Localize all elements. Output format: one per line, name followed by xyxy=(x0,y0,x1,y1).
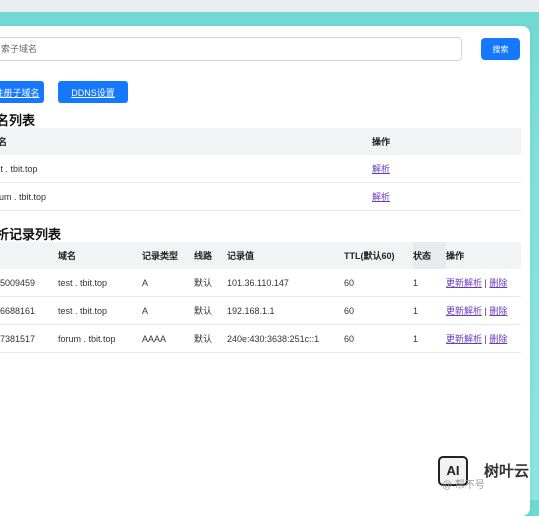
search-input[interactable] xyxy=(0,37,462,61)
record-list-title: 析记录列表 xyxy=(0,227,62,242)
column-header-status: 状态 xyxy=(413,242,446,269)
record-id: 977381517 xyxy=(0,324,58,353)
update-resolve-link[interactable]: 更新解析 xyxy=(446,334,482,344)
record-id: 975009459 xyxy=(0,269,58,297)
record-value: 240e:430:3638:251c::1 xyxy=(227,324,344,353)
record-value: 192.168.1.1 xyxy=(227,296,344,325)
action-separator: | xyxy=(484,278,487,288)
search-button[interactable]: 搜索 xyxy=(481,38,520,60)
domain-list-title: 名列表 xyxy=(0,113,36,128)
update-resolve-link[interactable]: 更新解析 xyxy=(446,278,482,288)
delete-link[interactable]: 删除 xyxy=(489,278,507,288)
resolve-link[interactable]: 解析 xyxy=(372,192,390,202)
record-domain: test . tbit.top xyxy=(58,296,142,325)
column-header-type: 记录类型 xyxy=(142,242,194,269)
table-row: rum . tbit.top 解析 xyxy=(0,182,521,211)
record-ttl: 60 xyxy=(344,324,413,353)
record-status: 1 xyxy=(413,324,446,353)
record-id: 976688161 xyxy=(0,296,58,325)
record-domain: forum . tbit.top xyxy=(58,324,142,353)
record-ttl: 60 xyxy=(344,269,413,297)
watermark-sub: @ 帮不号 xyxy=(442,480,485,491)
record-domain: test . tbit.top xyxy=(58,269,142,297)
record-type: AAAA xyxy=(142,324,194,353)
record-line: 默认 xyxy=(194,296,227,325)
record-line: 默认 xyxy=(194,324,227,353)
browser-top-strip xyxy=(0,0,539,12)
resolve-link[interactable]: 解析 xyxy=(372,164,390,174)
register-subdomain-button[interactable]: 注册子域名 xyxy=(0,81,44,103)
watermark-logo: AI 树叶云 @ 帮不号 xyxy=(438,456,538,491)
ddns-settings-button[interactable]: DDNS设置 xyxy=(58,81,128,103)
table-row: 975009459 test . tbit.top A 默认 101.36.11… xyxy=(0,269,521,297)
record-actions: 更新解析 | 删除 xyxy=(446,296,521,325)
column-header-action: 操作 xyxy=(372,128,521,155)
table-row: 977381517 forum . tbit.top AAAA 默认 240e:… xyxy=(0,324,521,353)
domain-name: st . tbit.top xyxy=(0,155,372,183)
record-type: A xyxy=(142,296,194,325)
record-actions: 更新解析 | 删除 xyxy=(446,269,521,297)
update-resolve-link[interactable]: 更新解析 xyxy=(446,306,482,316)
record-status: 1 xyxy=(413,296,446,325)
domain-name: rum . tbit.top xyxy=(0,182,372,211)
domain-table: 名 操作 st . tbit.top 解析 rum . tbit.top 解析 xyxy=(0,128,521,211)
record-status: 1 xyxy=(413,269,446,297)
record-table-header: 域名 记录类型 线路 记录值 TTL(默认60) 状态 操作 xyxy=(0,242,521,269)
record-value: 101.36.110.147 xyxy=(227,269,344,297)
column-header-line: 线路 xyxy=(194,242,227,269)
main-card: 搜索 注册子域名 DDNS设置 名列表 名 操作 st . tbit.top 解… xyxy=(0,26,530,516)
action-separator: | xyxy=(484,334,487,344)
table-row: 976688161 test . tbit.top A 默认 192.168.1… xyxy=(0,296,521,325)
column-header-domain: 域名 xyxy=(58,242,142,269)
delete-link[interactable]: 删除 xyxy=(489,334,507,344)
column-header-action: 操作 xyxy=(446,242,521,269)
watermark-brand: 树叶云 xyxy=(484,463,530,480)
record-line: 默认 xyxy=(194,269,227,297)
action-separator: | xyxy=(484,306,487,316)
column-header-ttl: TTL(默认60) xyxy=(344,242,413,269)
record-type: A xyxy=(142,269,194,297)
column-header-name: 名 xyxy=(0,128,372,155)
delete-link[interactable]: 删除 xyxy=(489,306,507,316)
table-row: st . tbit.top 解析 xyxy=(0,155,521,183)
record-table: 域名 记录类型 线路 记录值 TTL(默认60) 状态 操作 975009459… xyxy=(0,242,521,353)
search-bar: 搜索 xyxy=(0,37,522,63)
column-header-value: 记录值 xyxy=(227,242,344,269)
domain-table-header: 名 操作 xyxy=(0,128,521,155)
column-header-id xyxy=(0,242,58,269)
record-actions: 更新解析 | 删除 xyxy=(446,324,521,353)
record-ttl: 60 xyxy=(344,296,413,325)
